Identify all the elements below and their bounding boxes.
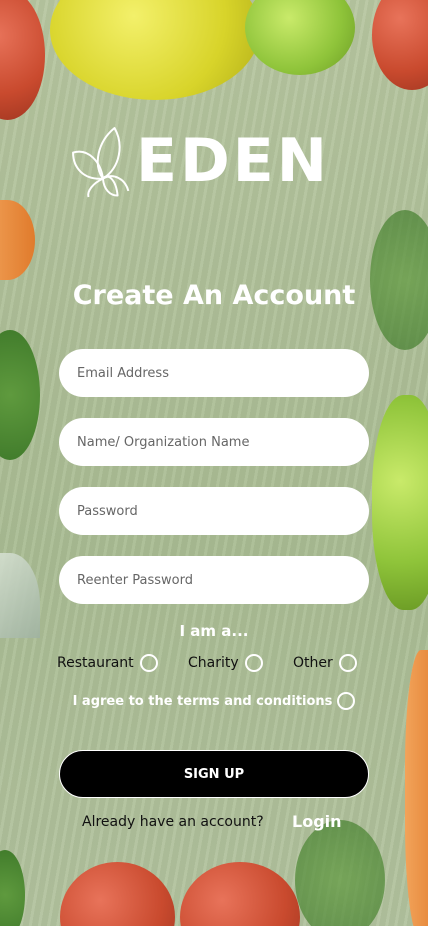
role-prompt: I am a... — [179, 622, 249, 640]
name-field[interactable] — [59, 418, 369, 466]
signup-button[interactable]: SIGN UP — [59, 750, 369, 798]
leaf-petals-icon — [72, 127, 130, 198]
brand-name: EDEN — [136, 126, 330, 196]
password-field[interactable] — [59, 487, 369, 535]
already-have-account-text: Already have an account? — [82, 814, 264, 830]
brand-logo: EDEN — [70, 114, 330, 208]
role-option-label: Other — [293, 655, 333, 671]
role-option-restaurant[interactable]: Restaurant — [57, 654, 158, 672]
email-field[interactable] — [59, 349, 369, 397]
radio-button[interactable] — [244, 654, 263, 672]
radio-button[interactable] — [139, 654, 158, 672]
role-option-label: Charity — [188, 655, 239, 671]
terms-agreement[interactable]: I agree to the terms and conditions — [0, 692, 428, 710]
role-option-charity[interactable]: Charity — [188, 654, 263, 672]
green-pepper-image — [372, 395, 428, 610]
login-link[interactable]: Login — [292, 812, 342, 831]
signup-screen: EDEN Create An Account I am a... Restaur… — [0, 0, 428, 926]
role-option-label: Restaurant — [57, 655, 134, 671]
role-option-other[interactable]: Other — [293, 654, 357, 672]
terms-radio-button[interactable] — [337, 692, 356, 710]
page-title: Create An Account — [72, 280, 356, 311]
radio-button[interactable] — [338, 654, 357, 672]
reenter-password-field[interactable] — [59, 556, 369, 604]
terms-label: I agree to the terms and conditions — [72, 693, 333, 709]
